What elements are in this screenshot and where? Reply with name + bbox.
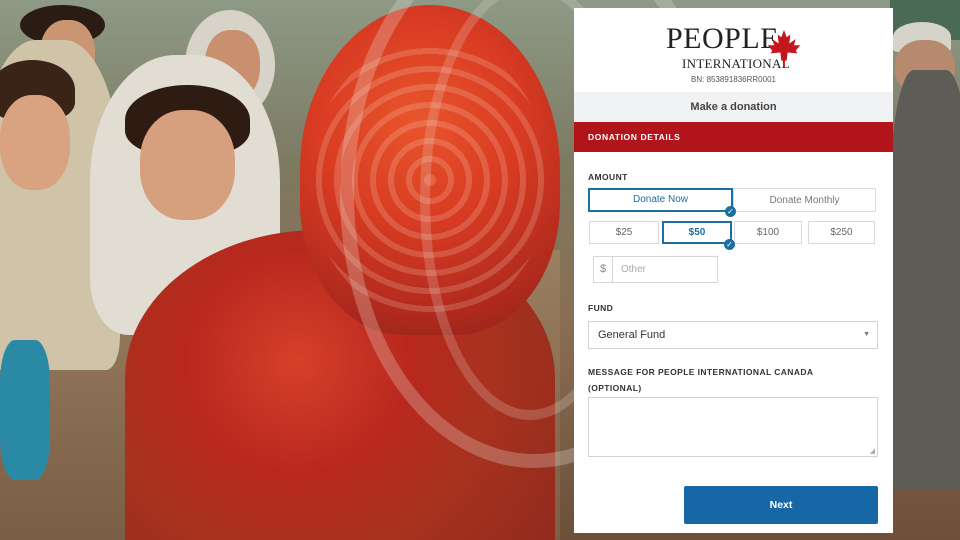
resize-grip-icon[interactable]: ◢ bbox=[870, 447, 875, 455]
message-textarea[interactable]: ◢ bbox=[588, 397, 878, 457]
amount-option-250[interactable]: $250 bbox=[808, 221, 875, 244]
business-number: BN: 853891836RR0001 bbox=[691, 75, 776, 84]
logo-people-text: PEOPLE bbox=[666, 22, 780, 55]
donation-panel: PEOPLE INTERNATIONAL BN: 853891836RR0001… bbox=[574, 8, 893, 533]
check-icon: ✓ bbox=[724, 239, 735, 250]
fund-select[interactable]: General Fund ▼ bbox=[588, 321, 878, 349]
fund-select-value: General Fund bbox=[598, 329, 666, 341]
other-amount-field: $ bbox=[593, 256, 718, 283]
amount-option-50[interactable]: $50 bbox=[662, 221, 732, 244]
fund-label: FUND bbox=[588, 303, 614, 313]
people-international-logo[interactable]: PEOPLE INTERNATIONAL bbox=[574, 20, 893, 72]
currency-symbol: $ bbox=[594, 257, 613, 282]
amount-label: AMOUNT bbox=[588, 172, 628, 182]
donate-monthly-toggle[interactable]: Donate Monthly bbox=[733, 188, 876, 212]
caret-down-icon: ▼ bbox=[863, 331, 870, 338]
amount-option-25[interactable]: $25 bbox=[589, 221, 659, 244]
check-icon: ✓ bbox=[725, 206, 736, 217]
message-label: MESSAGE FOR PEOPLE INTERNATIONAL CANADA … bbox=[588, 367, 814, 393]
donate-now-toggle[interactable]: Donate Now bbox=[588, 188, 733, 212]
amount-option-100[interactable]: $100 bbox=[734, 221, 802, 244]
make-donation-header: Make a donation bbox=[574, 92, 893, 122]
maple-leaf-icon bbox=[767, 30, 801, 68]
next-button[interactable]: Next bbox=[684, 486, 878, 524]
other-amount-input[interactable] bbox=[613, 257, 717, 282]
donation-details-header: DONATION DETAILS bbox=[574, 122, 893, 152]
